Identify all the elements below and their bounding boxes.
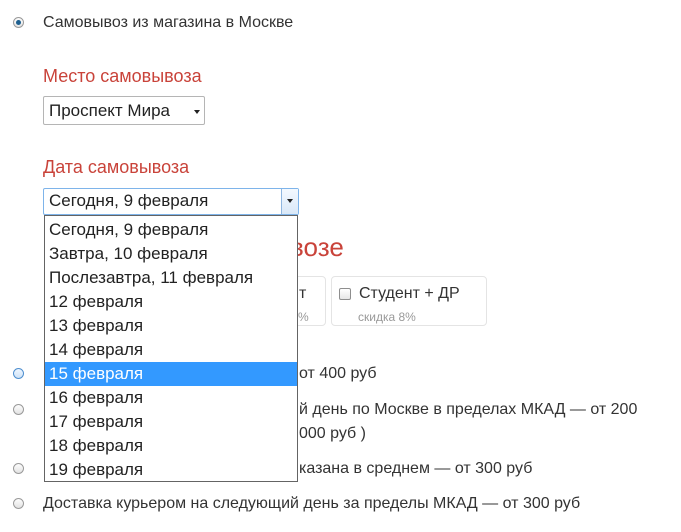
radio-delivery-4[interactable] [13, 498, 24, 509]
dropdown-option[interactable]: 14 февраля [45, 338, 297, 362]
dropdown-option[interactable]: 19 февраля [45, 458, 297, 482]
chevron-down-icon [287, 199, 293, 203]
dropdown-button[interactable] [281, 189, 298, 214]
delivery-option-3: казана в среднем — от 300 руб [299, 460, 533, 477]
discount-label: Студент + ДР [359, 285, 460, 302]
dropdown-option[interactable]: 13 февраля [45, 314, 297, 338]
dropdown-option[interactable]: Послезавтра, 11 февраля [45, 266, 297, 290]
student-checkbox[interactable] [339, 288, 351, 300]
discount-box-student[interactable]: Студент + ДР скидка 8% [331, 276, 487, 326]
pickup-place-value: Проспект Мира [49, 101, 170, 120]
discount-label: т [299, 285, 307, 302]
discount-note: скидка 8% [358, 310, 416, 324]
delivery-option-4: Доставка курьером на следующий день за п… [43, 495, 581, 512]
dropdown-option[interactable]: 16 февраля [45, 386, 297, 410]
pickup-date-label: Дата самовывоза [43, 157, 190, 177]
radio-delivery-2[interactable] [13, 404, 24, 415]
pickup-moscow-label: Самовывоз из магазина в Москве [43, 14, 294, 31]
discount-note: % [298, 310, 309, 324]
radio-delivery-1[interactable] [13, 368, 24, 379]
radio-delivery-3[interactable] [13, 463, 24, 474]
dropdown-option-highlighted[interactable]: 15 февраля [45, 362, 297, 386]
pickup-place-label: Место самовывоза [43, 66, 202, 86]
dropdown-option[interactable]: Завтра, 10 февраля [45, 242, 297, 266]
pickup-place-select[interactable]: Проспект Мира [43, 96, 205, 125]
delivery-option-2-line2: 000 руб ) [299, 425, 366, 442]
dropdown-option[interactable]: Сегодня, 9 февраля [45, 218, 297, 242]
pickup-date-dropdown: Сегодня, 9 февраля Завтра, 10 февраля По… [44, 215, 298, 482]
delivery-option-2: й день по Москве в пределах МКАД — от 20… [299, 401, 638, 418]
dropdown-option[interactable]: 18 февраля [45, 434, 297, 458]
dropdown-option[interactable]: 12 февраля [45, 290, 297, 314]
delivery-heading: возе [290, 232, 344, 262]
pickup-date-select[interactable]: Сегодня, 9 февраля [43, 188, 299, 215]
delivery-option-1: от 400 руб [299, 365, 377, 382]
dropdown-option[interactable]: 17 февраля [45, 410, 297, 434]
chevron-down-icon [194, 110, 200, 114]
radio-pickup-moscow[interactable] [13, 17, 24, 28]
pickup-date-value: Сегодня, 9 февраля [49, 191, 209, 210]
